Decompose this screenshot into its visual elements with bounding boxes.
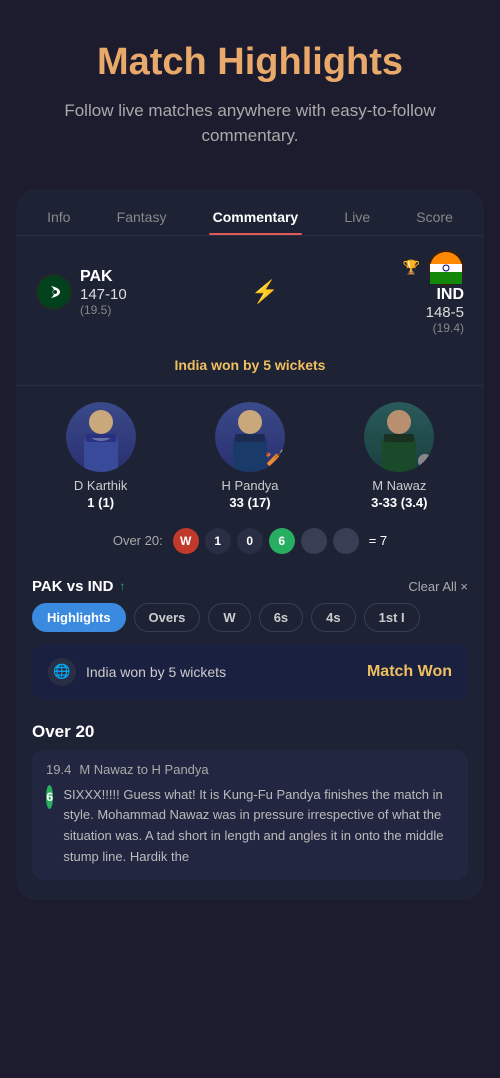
pill-1sti[interactable]: 1st I [364, 603, 420, 632]
pak-flag [36, 274, 72, 310]
team-pak: PAK 147-10 (19.5) [36, 268, 127, 317]
match-card: Info Fantasy Commentary Live Score [16, 189, 484, 900]
ball-6: · [333, 528, 359, 554]
match-label: PAK vs IND ↑ [32, 578, 125, 595]
ind-overs: (19.4) [403, 321, 464, 335]
player-1-avatar [66, 402, 136, 472]
clear-all-button[interactable]: Clear All × [408, 579, 468, 594]
tab-fantasy[interactable]: Fantasy [113, 203, 171, 235]
tab-live[interactable]: Live [340, 203, 374, 235]
tab-info[interactable]: Info [43, 203, 74, 235]
meta-over: 19.4 [46, 762, 71, 777]
ball-4: 6 [269, 528, 295, 554]
pill-overs[interactable]: Overs [134, 603, 201, 632]
page-subtitle: Follow live matches anywhere with easy-t… [30, 98, 470, 149]
pill-6s[interactable]: 6s [259, 603, 303, 632]
team-ind: 🏆 IND 148-5 (19.4) [403, 250, 464, 335]
player-3: M Nawaz 3-33 (3.4) [332, 402, 466, 510]
player-1: D Karthik 1 (1) [33, 402, 167, 510]
pak-score: 147-10 [80, 286, 127, 303]
match-won-banner: 🌐 India won by 5 wickets Match Won [32, 644, 468, 700]
match-result: India won by 5 wickets [16, 349, 484, 386]
banner-left: 🌐 India won by 5 wickets [48, 658, 226, 686]
arrow-up-icon: ↑ [119, 579, 125, 593]
over-total: = 7 [369, 533, 387, 548]
ball-1: W [173, 528, 199, 554]
filter-pills: Highlights Overs W 6s 4s 1st I [16, 603, 484, 644]
pak-name: PAK [80, 268, 127, 286]
player-3-stat: 3-33 (3.4) [332, 495, 466, 510]
winner-trophy: 🏆 [403, 259, 420, 276]
over-label: Over 20: [113, 533, 163, 548]
ind-score: 148-5 [403, 304, 464, 321]
ball-5: · [301, 528, 327, 554]
player-1-stat: 1 (1) [33, 495, 167, 510]
banner-text: India won by 5 wickets [86, 664, 226, 680]
player-2-stat: 33 (17) [183, 495, 317, 510]
player-3-avatar [364, 402, 434, 472]
pill-highlights[interactable]: Highlights [32, 603, 126, 632]
over-heading: Over 20 [16, 712, 484, 750]
player-2-name: H Pandya [183, 478, 317, 493]
player-3-name: M Nawaz [332, 478, 466, 493]
match-won-badge: Match Won [367, 663, 452, 681]
pak-overs: (19.5) [80, 303, 127, 317]
player-2: 🏏 H Pandya 33 (17) [183, 402, 317, 510]
vs-icon: ⚡ [251, 279, 278, 305]
players-section: D Karthik 1 (1) 🏏 H Pandya 33 (17 [16, 386, 484, 516]
ball-3: 0 [237, 528, 263, 554]
tab-score[interactable]: Score [412, 203, 457, 235]
commentary-header: PAK vs IND ↑ Clear All × [16, 566, 484, 603]
match-score-row: PAK 147-10 (19.5) ⚡ [16, 236, 484, 349]
tab-bar: Info Fantasy Commentary Live Score [16, 189, 484, 236]
over-row: Over 20: W 1 0 6 · · = 7 [16, 516, 484, 566]
pill-4s[interactable]: 4s [311, 603, 355, 632]
commentary-ball-badge: 6 [46, 785, 53, 809]
header-section: Match Highlights Follow live matches any… [0, 0, 500, 169]
tab-commentary[interactable]: Commentary [209, 203, 303, 235]
commentary-meta: 19.4 M Nawaz to H Pandya [46, 762, 454, 777]
ind-name: IND [403, 286, 464, 304]
player-2-avatar: 🏏 [215, 402, 285, 472]
ind-flag [428, 250, 464, 286]
ball-2: 1 [205, 528, 231, 554]
commentary-text: SIXXX!!!!! Guess what! It is Kung-Fu Pan… [63, 785, 454, 868]
player-1-name: D Karthik [33, 478, 167, 493]
banner-icon: 🌐 [48, 658, 76, 686]
page-title: Match Highlights [30, 40, 470, 86]
meta-bowler: M Nawaz to H Pandya [79, 762, 208, 777]
pill-w[interactable]: W [208, 603, 250, 632]
commentary-entry: 19.4 M Nawaz to H Pandya 6 SIXXX!!!!! Gu… [32, 750, 468, 880]
